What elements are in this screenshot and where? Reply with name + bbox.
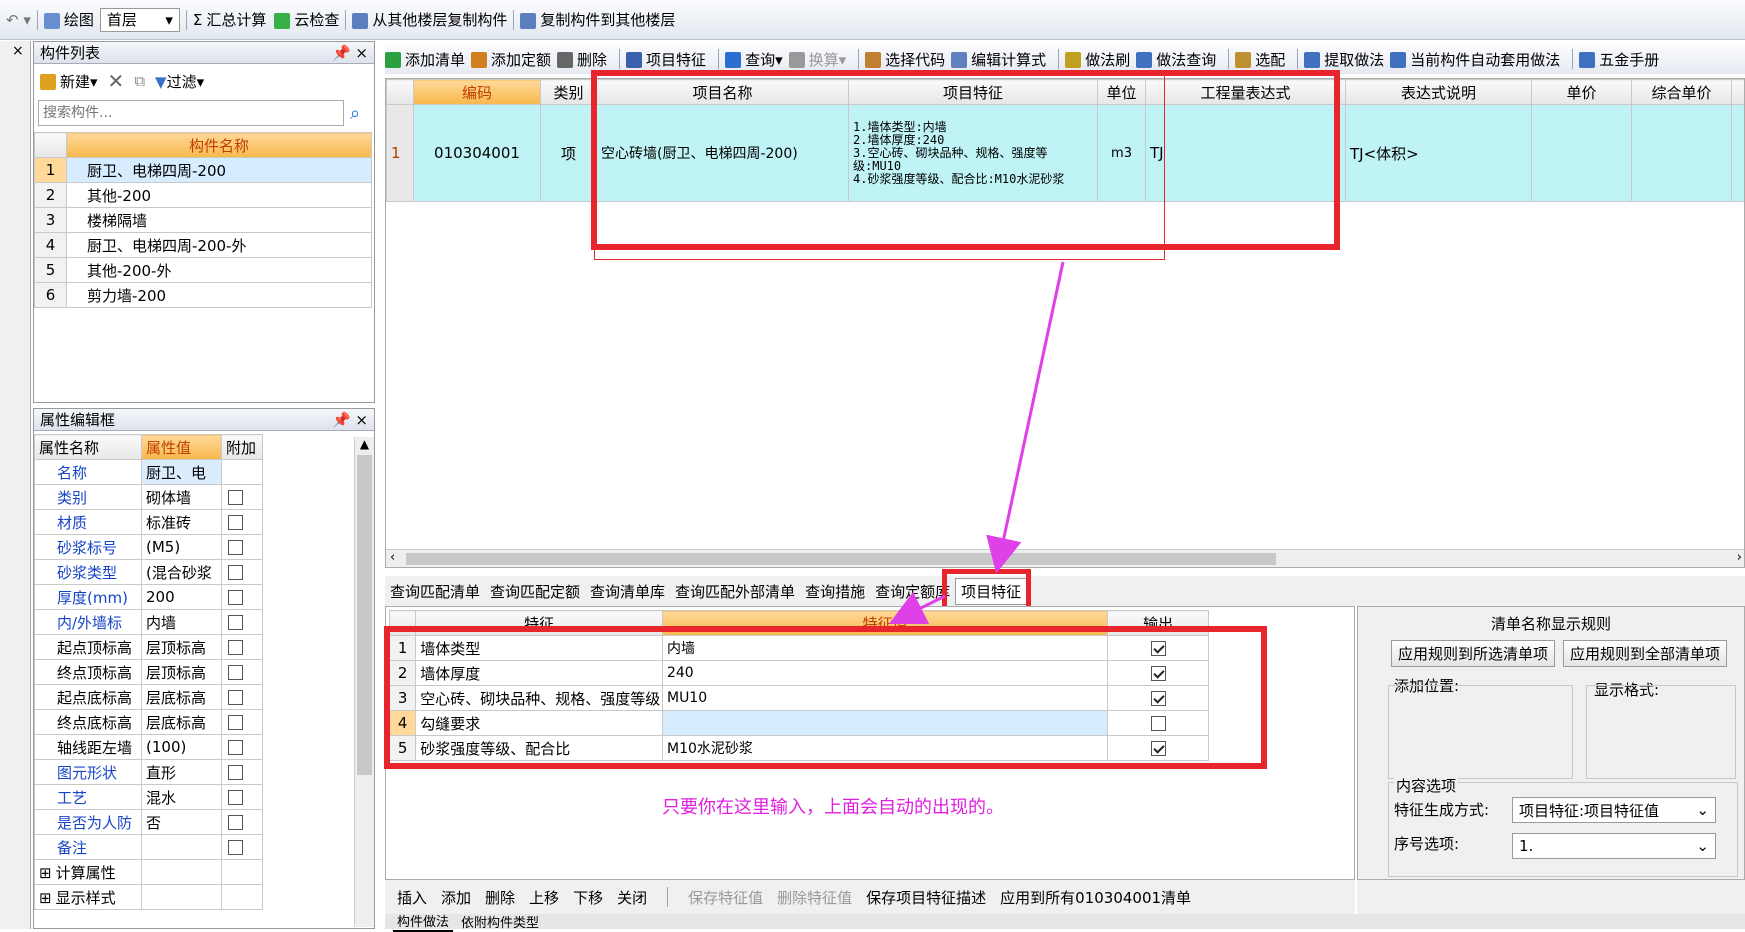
add-position-box[interactable] [1388, 685, 1573, 779]
feature-action-button[interactable]: 下移 [573, 887, 603, 908]
feature-action-button[interactable]: 插入 [397, 887, 427, 908]
seq-label: 序号选项: [1394, 833, 1459, 854]
seq-select[interactable]: 1.⌄ [1512, 833, 1716, 859]
arrow-down [1000, 262, 1063, 556]
gen-mode-label: 特征生成方式: [1394, 799, 1489, 820]
feature-action-button[interactable]: 上移 [529, 887, 559, 908]
content-options-label: 内容选项 [1394, 775, 1458, 796]
arrow-left [905, 596, 945, 616]
apply-selected-button[interactable]: 应用规则到所选清单项 [1391, 640, 1555, 667]
chevron-down-icon: ⌄ [1696, 837, 1709, 855]
feature-action-button[interactable]: 添加 [441, 887, 471, 908]
feature-action-button[interactable]: 关闭 [617, 887, 647, 908]
chevron-down-icon: ⌄ [1696, 801, 1709, 819]
feature-action-button[interactable]: 删除特征值 [777, 887, 852, 908]
page-tab[interactable]: 依附构件类型 [457, 912, 543, 931]
rules-bottom-filler [1357, 880, 1745, 914]
toolbar-separator [667, 887, 668, 907]
gen-mode-select[interactable]: 项目特征:项目特征值⌄ [1512, 797, 1716, 823]
feature-action-button[interactable]: 保存特征值 [688, 887, 763, 908]
name-rules-panel: 清单名称显示规则 应用规则到所选清单项 应用规则到全部清单项 添加位置: 显示格… [1357, 606, 1745, 880]
bottom-page-tabs: 构件做法依附构件类型 [385, 914, 1745, 929]
apply-all-button[interactable]: 应用规则到全部清单项 [1563, 640, 1727, 667]
feature-action-button[interactable]: 删除 [485, 887, 515, 908]
feature-action-button[interactable]: 应用到所有010304001清单 [1000, 887, 1191, 908]
feature-action-bar: 插入添加删除上移下移关闭 保存特征值删除特征值保存项目特征描述应用到所有01030… [385, 880, 1355, 914]
rules-title: 清单名称显示规则 [1358, 613, 1744, 634]
feature-action-button[interactable]: 保存项目特征描述 [866, 887, 986, 908]
display-format-box[interactable] [1586, 685, 1736, 779]
